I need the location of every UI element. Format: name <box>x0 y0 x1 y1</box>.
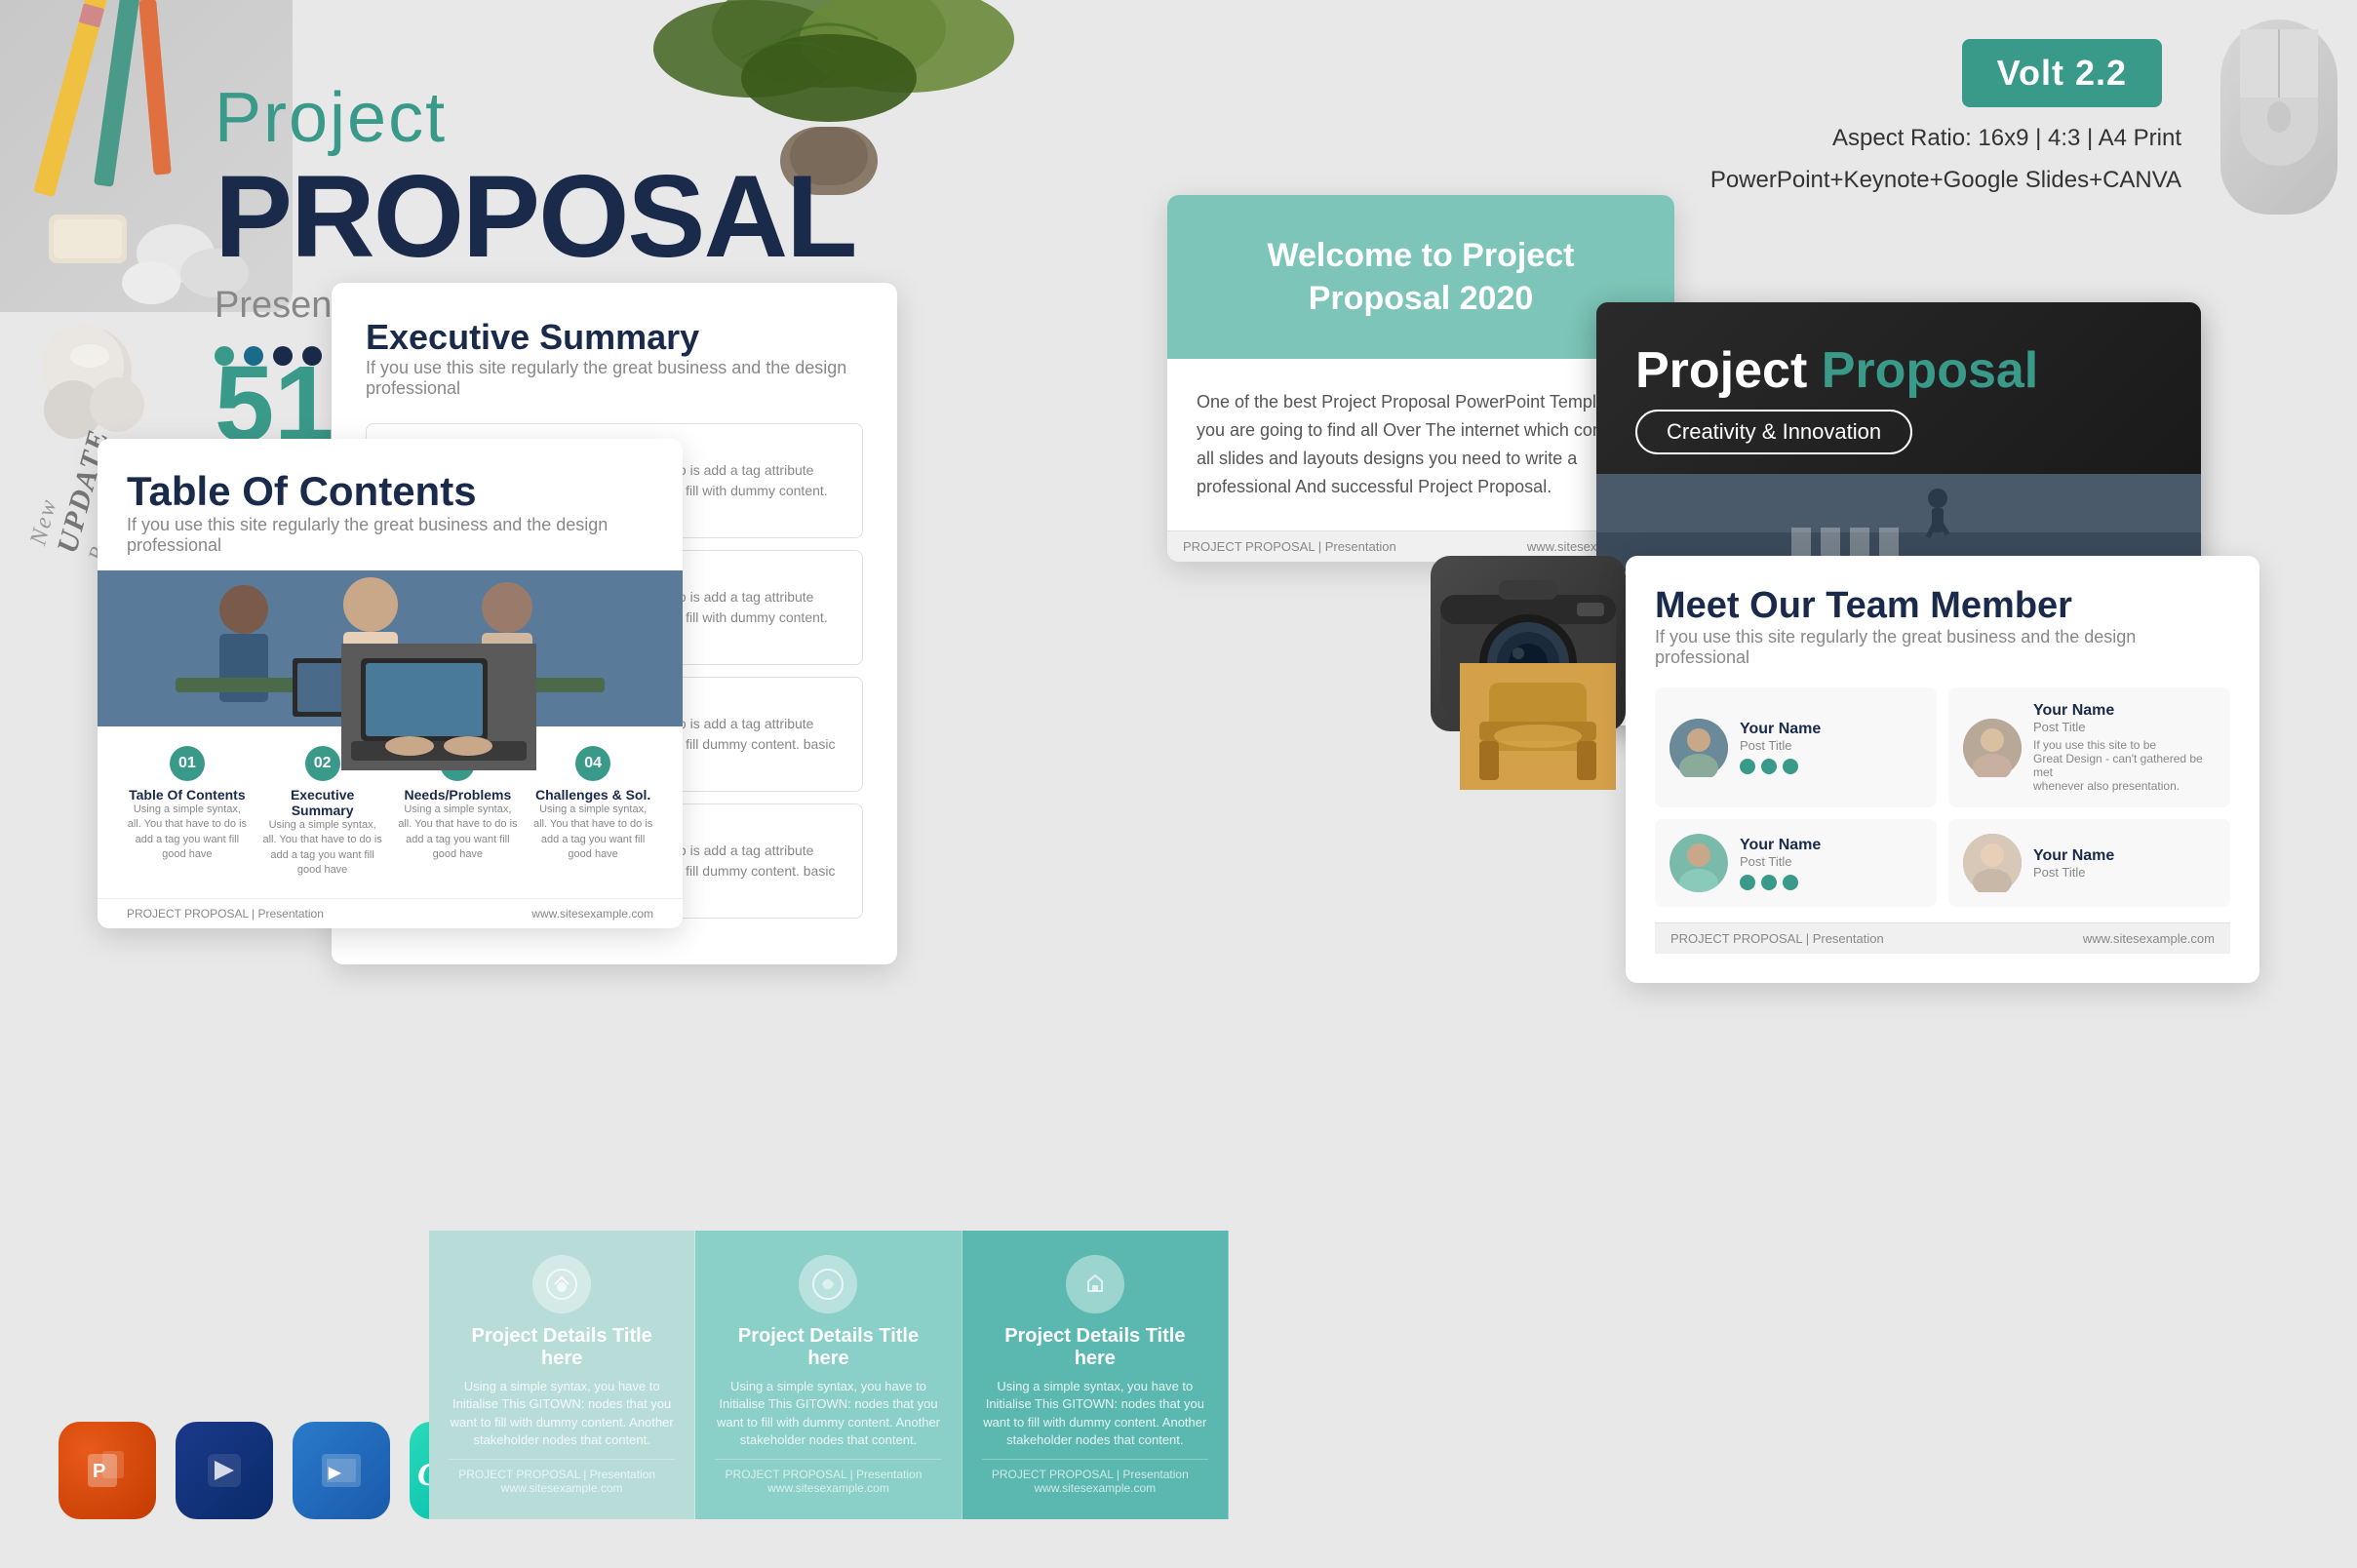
team-avatar-3 <box>1670 834 1728 892</box>
proj-icon-2 <box>799 1255 857 1313</box>
team-member-2: Your Name Post Title If you use this sit… <box>1948 687 2230 807</box>
team-footer: PROJECT PROPOSAL | Presentation www.site… <box>1655 922 2230 954</box>
proj-card-2: Project Details Title here Using a simpl… <box>695 1231 962 1519</box>
team-member-3: Your Name Post Title <box>1655 819 1937 907</box>
team-subtitle: If you use this site regularly the great… <box>1655 627 2230 668</box>
team-member-1: Your Name Post Title <box>1655 687 1937 807</box>
toc-subtitle: If you use this site regularly the great… <box>127 515 653 556</box>
exec-title: Executive Summary <box>366 317 863 358</box>
proj-card-1: Project Details Title here Using a simpl… <box>429 1231 695 1519</box>
social-icon-6 <box>1783 875 1798 890</box>
social-icon-2 <box>1761 759 1777 774</box>
proj-card-3: Project Details Title here Using a simpl… <box>962 1231 1229 1519</box>
slide-projects: Project Details Title here Using a simpl… <box>429 1231 1229 1519</box>
toc-content: Table Of Contents If you use this site r… <box>98 439 683 556</box>
svg-text:▶: ▶ <box>328 1465 341 1481</box>
team-avatar-2 <box>1963 719 2022 777</box>
aspect-ratio-text: Aspect Ratio: 16x9 | 4:3 | A4 Print <box>1710 117 2181 159</box>
version-info: Aspect Ratio: 16x9 | 4:3 | A4 Print Powe… <box>1710 117 2181 201</box>
toc-footer: PROJECT PROPOSAL | Presentation www.site… <box>98 898 683 928</box>
title-project: Project <box>215 78 702 158</box>
google-slides-icon: ▶ <box>293 1422 390 1519</box>
dark-subtitle: Creativity & Innovation <box>1635 410 1912 454</box>
deco-mouse <box>2220 20 2337 215</box>
exec-subtitle: If you use this site regularly the great… <box>366 358 863 399</box>
team-avatar-4 <box>1963 834 2022 892</box>
dark-title: Project Proposal <box>1635 341 2162 400</box>
deco-laptop <box>341 644 536 770</box>
social-icon-5 <box>1761 875 1777 890</box>
slide-dark-content: Project Proposal Creativity & Innovation <box>1596 302 2201 474</box>
title-proposal: PROPOSAL <box>215 158 702 275</box>
version-badge: Volt 2.2 <box>1962 39 2162 107</box>
proj-footer-2: PROJECT PROPOSAL | Presentation www.site… <box>715 1459 941 1495</box>
deco-chair <box>1460 663 1616 790</box>
social-icon-1 <box>1740 759 1755 774</box>
toc-item-4: 04 Challenges & Sol. Using a simple synt… <box>532 746 653 879</box>
social-icon-4 <box>1740 875 1755 890</box>
team-grid: Your Name Post Title Your Name Post <box>1655 687 2230 907</box>
keynote-icon <box>176 1422 273 1519</box>
social-icon-3 <box>1783 759 1798 774</box>
proj-icon-1 <box>532 1255 591 1313</box>
toc-title: Table Of Contents <box>127 468 653 515</box>
team-avatar-1 <box>1670 719 1728 777</box>
toc-item-1: 01 Table Of Contents Using a simple synt… <box>127 746 248 879</box>
team-title: Meet Our Team Member <box>1655 585 2230 627</box>
slide-welcome-title: Welcome to Project Proposal 2020 <box>1197 234 1645 320</box>
proj-footer-1: PROJECT PROPOSAL | Presentation www.site… <box>449 1459 675 1495</box>
powerpoint-icon: P <box>59 1422 156 1519</box>
apps-text: PowerPoint+Keynote+Google Slides+CANVA <box>1710 159 2181 201</box>
proj-icon-3 <box>1066 1255 1124 1313</box>
team-member-4: Your Name Post Title <box>1948 819 2230 907</box>
proj-footer-3: PROJECT PROPOSAL | Presentation www.site… <box>982 1459 1208 1495</box>
slide-team: Meet Our Team Member If you use this sit… <box>1626 556 2259 983</box>
